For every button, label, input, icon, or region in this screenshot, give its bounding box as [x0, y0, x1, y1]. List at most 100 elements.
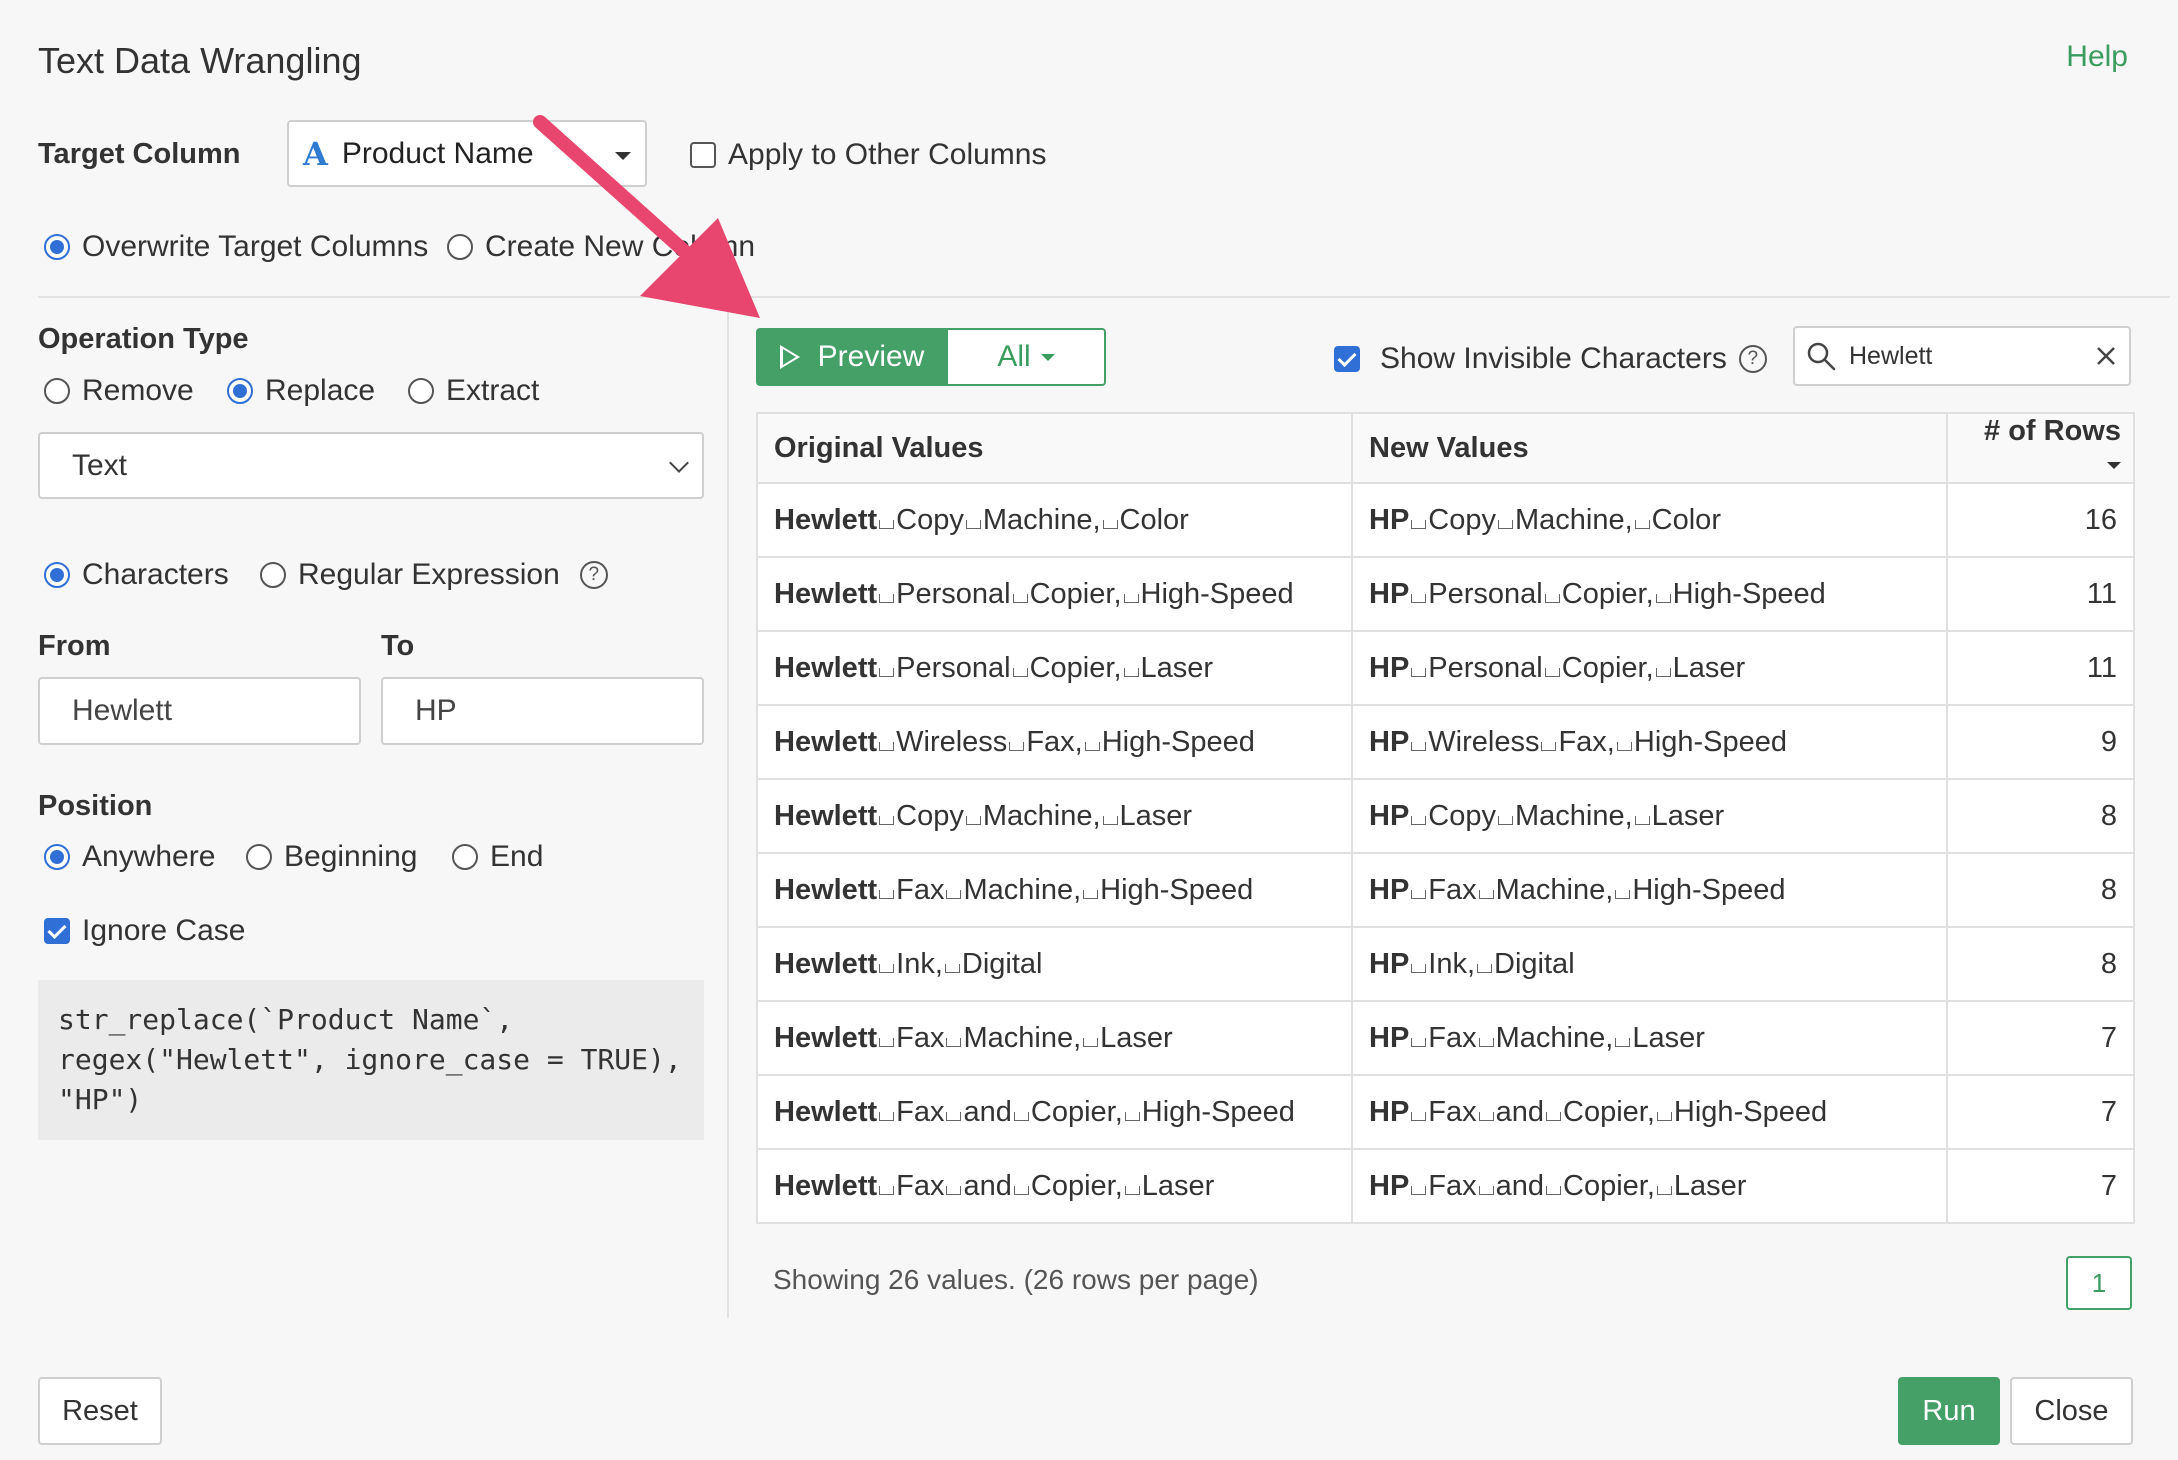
- position-label: Position: [38, 790, 153, 822]
- match-key-text: Hewlett: [774, 1095, 878, 1128]
- help-link[interactable]: Help: [2066, 40, 2128, 74]
- clear-icon[interactable]: [2093, 343, 2119, 369]
- new-value-cell: HP Fax and Copier, Laser: [1351, 1148, 1948, 1224]
- row-count-cell: 11: [1946, 630, 2135, 706]
- close-button[interactable]: Close: [2010, 1377, 2133, 1445]
- position-anywhere-radio[interactable]: Anywhere: [44, 840, 215, 874]
- to-input[interactable]: HP: [381, 677, 704, 745]
- regex-radio[interactable]: Regular Expression ?: [260, 558, 608, 592]
- help-icon[interactable]: ?: [579, 561, 608, 589]
- visible-space-icon: [1084, 741, 1100, 751]
- value-word: Copier,: [1029, 651, 1122, 684]
- caret-down-icon: [1040, 353, 1055, 361]
- value-word: Copy: [1428, 503, 1496, 536]
- new-value-cell: HP Wireless Fax, High-Speed: [1351, 704, 1948, 780]
- radio-circle[interactable]: [447, 234, 473, 260]
- table-row[interactable]: Hewlett Copy Machine, Color HP Copy Machine, Co…: [756, 482, 2135, 558]
- create-new-column-radio[interactable]: Create New Column: [447, 230, 755, 264]
- operation-remove-radio[interactable]: Remove: [44, 374, 194, 408]
- table-row[interactable]: Hewlett Copy Machine, Laser HP Copy Machine, La…: [756, 778, 2135, 854]
- table-row[interactable]: Hewlett Personal Copier, Laser HP Personal Cop…: [756, 630, 2135, 706]
- chevron-down-icon: [669, 453, 689, 473]
- visible-space-icon: [1546, 1111, 1562, 1121]
- column-header-rows-label: # of Rows: [1984, 415, 2121, 447]
- reset-button[interactable]: Reset: [38, 1377, 162, 1445]
- radio-circle[interactable]: [452, 844, 478, 870]
- characters-radio[interactable]: Characters: [44, 558, 229, 592]
- table-row[interactable]: Hewlett Fax Machine, High-Speed HP Fax Machine…: [756, 852, 2135, 928]
- column-header-rows[interactable]: # of Rows: [1946, 412, 2135, 484]
- table-row[interactable]: Hewlett Wireless Fax, High-Speed HP Wireless F…: [756, 704, 2135, 780]
- value-word: Machine,: [982, 503, 1101, 536]
- page-button[interactable]: 1: [2066, 1256, 2132, 1310]
- position-end-radio[interactable]: End: [452, 840, 543, 874]
- operation-extract-radio[interactable]: Extract: [408, 374, 539, 408]
- show-invisible-checkbox[interactable]: Show Invisible Characters ?: [1334, 342, 1767, 376]
- overwrite-target-radio[interactable]: Overwrite Target Columns: [44, 230, 428, 264]
- visible-space-icon: [1656, 1111, 1672, 1121]
- checkbox-box[interactable]: [1334, 346, 1360, 372]
- visible-space-icon: [1102, 815, 1118, 825]
- help-icon[interactable]: ?: [1738, 345, 1767, 373]
- visible-space-icon: [1012, 667, 1028, 677]
- value-word: Copier,: [1563, 1095, 1655, 1128]
- match-key-text: HP: [1369, 1169, 1410, 1202]
- match-key-text: Hewlett: [774, 725, 878, 758]
- operation-remove-label: Remove: [82, 374, 194, 407]
- radio-circle[interactable]: [227, 378, 253, 404]
- table-row[interactable]: Hewlett Fax and Copier, Laser HP Fax and Copier,…: [756, 1148, 2135, 1224]
- preview-table: Original Values New Values # of Rows Hew…: [756, 412, 2135, 1224]
- run-button[interactable]: Run: [1898, 1377, 2000, 1445]
- preview-button[interactable]: Preview: [756, 328, 948, 386]
- value-word: Digital: [961, 947, 1043, 980]
- table-row[interactable]: Hewlett Fax and Copier, High-Speed HP Fax and Co…: [756, 1074, 2135, 1150]
- value-word: Fax,: [1558, 725, 1615, 758]
- original-value-cell: Hewlett Fax and Copier, Laser: [756, 1148, 1353, 1224]
- radio-circle[interactable]: [44, 378, 70, 404]
- visible-space-icon: [1012, 593, 1028, 603]
- radio-circle[interactable]: [44, 234, 70, 260]
- ignore-case-checkbox[interactable]: Ignore Case: [44, 914, 245, 948]
- from-input[interactable]: Hewlett: [38, 677, 361, 745]
- radio-circle[interactable]: [408, 378, 434, 404]
- match-key-text: Hewlett: [774, 1021, 878, 1054]
- row-count-cell: 16: [1946, 482, 2135, 558]
- visible-space-icon: [879, 963, 895, 973]
- radio-circle[interactable]: [246, 844, 272, 870]
- to-label: To: [381, 630, 415, 662]
- radio-circle[interactable]: [44, 844, 70, 870]
- preview-filter-dropdown[interactable]: All: [946, 328, 1106, 386]
- visible-space-icon: [1478, 1037, 1494, 1047]
- table-row[interactable]: Hewlett Personal Copier, High-Speed HP Person…: [756, 556, 2135, 632]
- apply-other-columns-label: Apply to Other Columns: [728, 138, 1047, 171]
- search-input[interactable]: [1849, 341, 2093, 371]
- value-word: Copier,: [1030, 1095, 1123, 1128]
- operation-replace-radio[interactable]: Replace: [227, 374, 375, 408]
- match-type-select[interactable]: Text: [38, 432, 704, 499]
- original-value-cell: Hewlett Ink, Digital: [756, 926, 1353, 1002]
- radio-circle[interactable]: [44, 562, 70, 588]
- value-word: High-Speed: [1632, 873, 1786, 906]
- checkbox-box[interactable]: [44, 918, 70, 944]
- preview-table-container: Original Values New Values # of Rows Hew…: [756, 412, 2135, 1224]
- search-box[interactable]: [1793, 326, 2131, 386]
- from-label: From: [38, 630, 111, 662]
- visible-space-icon: [1411, 593, 1427, 603]
- new-value-cell: HP Personal Copier, High-Speed: [1351, 556, 1948, 632]
- position-beginning-radio[interactable]: Beginning: [246, 840, 417, 874]
- visible-space-icon: [1634, 815, 1650, 825]
- apply-other-columns-checkbox[interactable]: Apply to Other Columns: [690, 138, 1046, 172]
- target-column-select[interactable]: A Product Name: [287, 120, 647, 187]
- value-word: Color: [1651, 503, 1721, 536]
- table-body: Hewlett Copy Machine, Color HP Copy Machine, Co…: [756, 482, 2135, 1224]
- checkbox-box[interactable]: [690, 142, 716, 168]
- value-word: Copier,: [1563, 1169, 1655, 1202]
- radio-circle[interactable]: [260, 562, 286, 588]
- table-row[interactable]: Hewlett Fax Machine, Laser HP Fax Machine, Lase…: [756, 1000, 2135, 1076]
- visible-space-icon: [1411, 1111, 1427, 1121]
- visible-space-icon: [1411, 1185, 1427, 1195]
- table-row[interactable]: Hewlett Ink, Digital HP Ink, Digital 8: [756, 926, 2135, 1002]
- new-value-cell: HP Fax and Copier, High-Speed: [1351, 1074, 1948, 1150]
- value-word: High-Speed: [1140, 577, 1294, 610]
- row-count-cell: 8: [1946, 778, 2135, 854]
